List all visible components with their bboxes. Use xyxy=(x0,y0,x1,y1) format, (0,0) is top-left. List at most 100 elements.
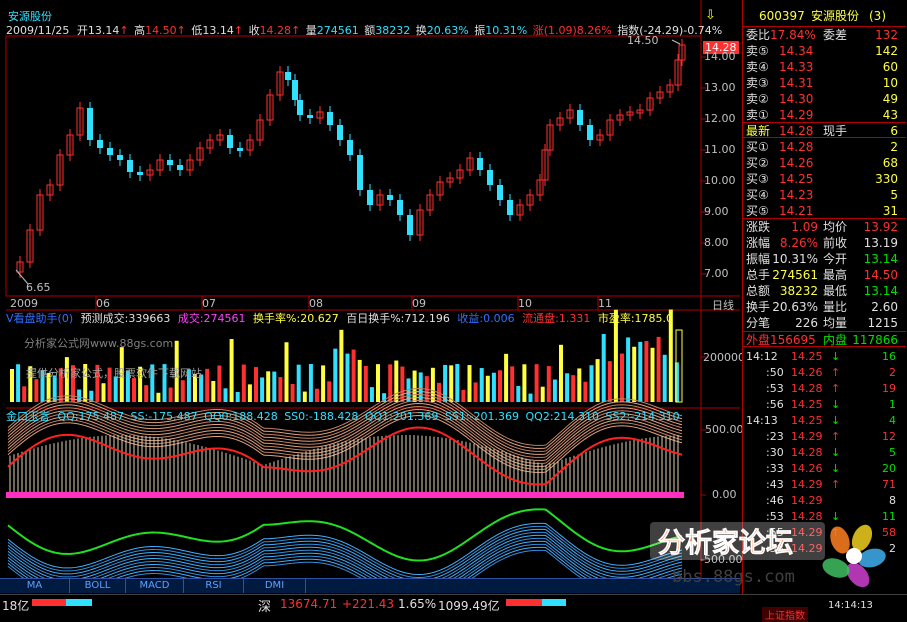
tab-macd[interactable]: MACD xyxy=(126,579,184,593)
sell-label: 卖② xyxy=(746,92,769,106)
stat-value: 226 xyxy=(795,316,818,330)
volume-bar xyxy=(22,386,27,402)
volume-bar xyxy=(650,347,655,402)
stat-value: 20.63% xyxy=(772,300,818,314)
buy-label: 买② xyxy=(746,156,769,170)
stat-row: 振幅 10.31% 今开 13.14 xyxy=(743,251,906,267)
stat-label: 前收 xyxy=(823,236,848,250)
price-axis-label: 7.00 xyxy=(704,267,729,280)
buy-volume: 68 xyxy=(882,156,898,170)
buy-volume: 330 xyxy=(875,172,898,186)
down-arrow-icon: ↓ xyxy=(831,398,841,411)
tick-time: :56 xyxy=(766,398,784,411)
stat-label: 涨幅 xyxy=(746,236,771,250)
volume-bar xyxy=(254,367,258,402)
tick-price: 14.29 xyxy=(791,494,823,507)
tick-volume: 8 xyxy=(889,494,896,507)
tick-volume: 19 xyxy=(882,382,896,395)
volume-bar xyxy=(369,387,374,402)
sell-price: 14.29 xyxy=(779,108,814,122)
stat-value: 14.50 xyxy=(863,268,898,282)
time-axis-label: 11 xyxy=(598,297,612,310)
last-row: 最新 14.28 现手 6 xyxy=(743,122,906,138)
tick-row: :43 14.29 ↑ 71 xyxy=(743,478,906,492)
market-tab[interactable]: 上证指数 xyxy=(762,607,808,622)
volume-bar xyxy=(595,359,600,402)
candle-body xyxy=(292,80,298,100)
volume-bar xyxy=(211,380,216,402)
tab-dmi[interactable]: DMI xyxy=(244,579,306,593)
volume-bar xyxy=(266,371,271,402)
stock-name: 安源股份 xyxy=(8,10,52,23)
stat-label: 最高 xyxy=(823,268,848,282)
sell-row: 卖⑤ 14.34 142 xyxy=(743,43,906,59)
volume-bar xyxy=(534,364,539,402)
candle-body xyxy=(167,160,173,165)
tick-row: :23 14.29 ↑ 12 xyxy=(743,430,906,444)
clock: 14:14:13 xyxy=(828,600,873,611)
tick-row: :53 14.28 ↑ 19 xyxy=(743,382,906,396)
down-arrow-icon: ↓ xyxy=(831,350,841,363)
time-axis-label: 09 xyxy=(412,297,426,310)
lock-icon[interactable]: ⇩ xyxy=(705,8,716,23)
volume-bar xyxy=(217,365,222,402)
volume-bar xyxy=(638,341,643,402)
volume-bar xyxy=(491,372,496,402)
sell-row: 卖③ 14.31 10 xyxy=(743,75,906,91)
price-axis-label: 12.00 xyxy=(704,112,736,125)
chart-area[interactable]: 安源股份 2009/11/25 开13.14↑ 高14.50↑ 低13.14↑ … xyxy=(0,0,745,578)
buy-label: 买① xyxy=(746,140,769,154)
buy-price: 14.23 xyxy=(779,188,814,202)
price-axis-label: 10.00 xyxy=(704,174,736,187)
period-label[interactable]: 日线 xyxy=(712,297,734,313)
volume-bar xyxy=(345,353,350,402)
stock-title: 安源股份 xyxy=(8,10,52,23)
volume-bar xyxy=(223,388,228,402)
volume-bar xyxy=(333,348,338,402)
sell-row: 卖② 14.30 49 xyxy=(743,91,906,107)
buy-row: 买③ 14.25 330 xyxy=(743,171,906,187)
buy-price: 14.21 xyxy=(779,204,814,218)
sh-bar xyxy=(32,599,92,606)
tab-ma[interactable]: MA xyxy=(0,579,70,593)
price-header: 2009/11/25 开13.14↑ 高14.50↑ 低13.14↑ 收14.2… xyxy=(6,24,723,37)
kline-svg[interactable] xyxy=(0,0,740,578)
sell-volume: 142 xyxy=(875,44,898,58)
up-arrow-icon: ↑ xyxy=(831,366,841,379)
candle-body xyxy=(367,190,373,205)
volume-bar xyxy=(498,370,502,402)
buy-row: 买⑤ 14.21 31 xyxy=(743,203,906,219)
sell-volume: 10 xyxy=(882,76,898,90)
candle-body xyxy=(487,170,493,185)
volume-bar xyxy=(571,375,576,402)
stat-row: 总手 274561 最高 14.50 xyxy=(743,267,906,283)
tick-time: :33 xyxy=(766,462,784,475)
tick-row: :50 14.26 ↑ 2 xyxy=(743,366,906,380)
candle-body xyxy=(107,148,113,155)
volume-bar xyxy=(235,391,240,402)
volume-bar xyxy=(522,364,527,402)
sell-label: 卖③ xyxy=(746,76,769,90)
flower-logo xyxy=(822,524,886,588)
sell-label: 卖④ xyxy=(746,60,769,74)
candle-body xyxy=(397,200,403,215)
buy-label: 买④ xyxy=(746,188,769,202)
volume-bar xyxy=(180,380,185,402)
vol-panel-header: V看盘助手(0) 预测成交:339663 成交:274561 换手率%:20.6… xyxy=(6,312,674,325)
tab-boll[interactable]: BOLL xyxy=(70,579,126,593)
sell-volume: 60 xyxy=(882,60,898,74)
stat-value: 38232 xyxy=(779,284,818,298)
volume-bar xyxy=(296,364,301,402)
buy-label: 买③ xyxy=(746,172,769,186)
sell-price: 14.34 xyxy=(779,44,814,58)
tab-rsi[interactable]: RSI xyxy=(184,579,244,593)
volume-bar xyxy=(241,364,246,402)
buy-price: 14.28 xyxy=(779,140,814,154)
stat-value: 2.60 xyxy=(871,300,898,314)
tick-volume: 2 xyxy=(889,366,896,379)
sell-row: 卖① 14.29 43 xyxy=(743,107,906,123)
tick-price: 14.26 xyxy=(791,462,823,475)
tick-price: 14.25 xyxy=(791,350,823,363)
sz-bar xyxy=(506,599,566,606)
stat-value: 13.14 xyxy=(863,284,898,298)
